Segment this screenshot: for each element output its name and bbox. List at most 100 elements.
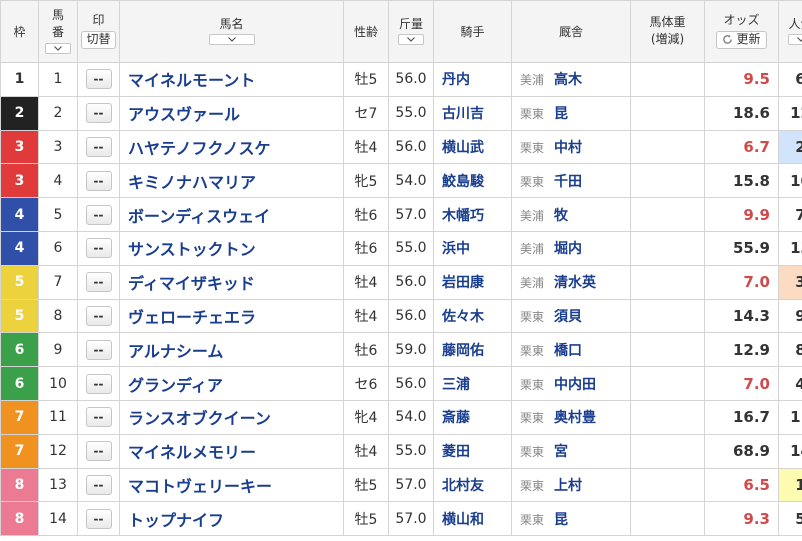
umaban-cell: 12 [38,433,78,469]
mark-select-button[interactable]: -- [85,170,112,191]
header-popularity-label: 人気 [788,16,802,31]
table-row: 7 12 -- マイネルメモリー 牡4 55.0 菱田 栗東宮 68.9 14 [0,433,802,469]
mark-select-button[interactable]: -- [85,508,112,529]
mark-cell: -- [77,467,120,503]
trainer-link[interactable]: 昆 [554,512,568,528]
trainer-area: 栗東 [520,107,545,122]
jockey-link[interactable]: 藤岡佑 [433,332,512,368]
mark-select-button[interactable]: -- [85,103,112,124]
mark-select-button[interactable]: -- [85,339,112,360]
sort-weight-button[interactable] [398,34,424,46]
horse-name-link[interactable]: ランスオブクイーン [119,399,344,435]
jockey-link[interactable]: 横山武 [433,129,512,165]
weight-cell: 56.0 [388,298,434,334]
horse-name-link[interactable]: アウスヴァール [119,95,344,131]
odds-refresh-button[interactable]: 更新 [716,31,767,49]
mark-select-button[interactable]: -- [85,238,112,259]
sort-umaban-button[interactable] [45,42,71,54]
horse-name-link[interactable]: マコトヴェリーキー [119,467,344,503]
entry-list: 1 1 -- マイネルモーント 牡5 56.0 丹内 美浦 高木 9.5 6 2 … [0,62,802,537]
mark-select-button[interactable]: -- [85,136,112,157]
horse-name-link[interactable]: マイネルメモリー [119,433,344,469]
sex-age-cell: 牝4 [343,399,389,435]
trainer-link[interactable]: 高木 [554,72,582,88]
trainer-link[interactable]: 清水英 [554,275,596,291]
header-umaban-label-1: 馬 [51,8,64,23]
horse-name-link[interactable]: マイネルモーント [119,62,344,97]
body-weight-cell [630,332,705,368]
mark-select-button[interactable]: -- [85,441,112,462]
horse-name-link[interactable]: ボーンディスウェイ [119,197,344,232]
chevron-down-icon [54,45,62,51]
chevron-down-icon [796,37,802,43]
jockey-link[interactable]: 佐々木 [433,298,512,334]
popularity-cell: 5 [778,501,802,537]
jockey-link[interactable]: 三浦 [433,366,512,401]
sort-popularity-button[interactable] [787,34,802,46]
header-waku-label: 枠 [13,25,26,39]
mark-select-button[interactable]: -- [85,305,112,326]
waku-cell: 2 [0,95,39,131]
trainer-link[interactable]: 牧 [554,208,568,224]
mark-switch-button[interactable]: 切替 [81,31,116,49]
mark-select-button[interactable]: -- [85,373,112,394]
sex-age-cell: 牡5 [343,501,389,537]
table-row: 6 10 -- グランディア セ6 56.0 三浦 栗東 中内田 7.0 4 [0,366,802,401]
trainer-link[interactable]: 奥村豊 [554,410,596,426]
jockey-link[interactable]: 横山和 [433,501,512,537]
jockey-link[interactable]: 鮫島駿 [433,163,512,199]
trainer-area: 栗東 [520,512,545,527]
horse-name-link[interactable]: ハヤテノフクノスケ [119,129,344,165]
mark-select-button[interactable]: -- [85,69,112,90]
table-row: 3 3 -- ハヤテノフクノスケ 牡4 56.0 横山武 栗東 中村 6.7 2 [0,129,802,165]
horse-name-link[interactable]: グランディア [119,366,344,401]
sort-horse-name-button[interactable] [208,34,255,46]
trainer-link[interactable]: 橋口 [554,343,582,359]
trainer-link[interactable]: 昆 [554,106,568,122]
waku-cell: 3 [0,129,39,165]
weight-cell: 54.0 [388,399,434,435]
horse-name-link[interactable]: トップナイフ [119,501,344,537]
trainer-link[interactable]: 須貝 [554,309,582,325]
waku-cell: 7 [0,399,39,435]
jockey-link[interactable]: 北村友 [433,467,512,503]
jockey-link[interactable]: 古川吉 [433,95,512,131]
trainer-area: 栗東 [520,445,545,460]
weight-cell: 56.0 [388,129,434,165]
mark-select-button[interactable]: -- [85,407,112,428]
trainer-area: 栗東 [520,411,545,426]
mark-select-button[interactable]: -- [85,272,112,293]
trainer-link[interactable]: 中村 [554,140,582,156]
popularity-cell: 13 [778,230,802,266]
trainer-link[interactable]: 堀内 [554,241,582,257]
jockey-link[interactable]: 斎藤 [433,399,512,435]
header-mark-label: 印 [92,13,105,28]
jockey-link[interactable]: 丹内 [433,62,512,97]
horse-name-link[interactable]: アルナシーム [119,332,344,368]
trainer-cell: 栗東 千田 [511,163,631,199]
mark-select-button[interactable]: -- [85,474,112,495]
horse-name-link[interactable]: ディマイザキッド [119,264,344,300]
mark-cell: -- [77,366,120,401]
table-row: 6 9 -- アルナシーム 牡6 59.0 藤岡佑 栗東 橋口 12.9 8 [0,332,802,368]
trainer-link[interactable]: 中内田 [554,377,596,393]
horse-name-link[interactable]: ヴェローチェエラ [119,298,344,334]
umaban-cell: 10 [38,366,78,401]
mark-cell: -- [77,264,120,300]
jockey-link[interactable]: 木幡巧 [433,197,512,232]
umaban-cell: 9 [38,332,78,368]
sex-age-cell: 牡4 [343,264,389,300]
mark-select-button[interactable]: -- [85,204,112,225]
mark-cell: -- [77,433,120,469]
trainer-link[interactable]: 上村 [554,478,582,494]
table-row: 4 5 -- ボーンディスウェイ 牡6 57.0 木幡巧 美浦牧 9.9 7 [0,197,802,232]
mark-cell: -- [77,399,120,435]
jockey-link[interactable]: 岩田康 [433,264,512,300]
sex-age-cell: 牡6 [343,332,389,368]
horse-name-link[interactable]: サンストックトン [119,230,344,266]
trainer-link[interactable]: 宮 [554,444,568,460]
horse-name-link[interactable]: キミノナハマリア [119,163,344,199]
jockey-link[interactable]: 浜中 [433,230,512,266]
jockey-link[interactable]: 菱田 [433,433,512,469]
trainer-link[interactable]: 千田 [554,174,582,190]
